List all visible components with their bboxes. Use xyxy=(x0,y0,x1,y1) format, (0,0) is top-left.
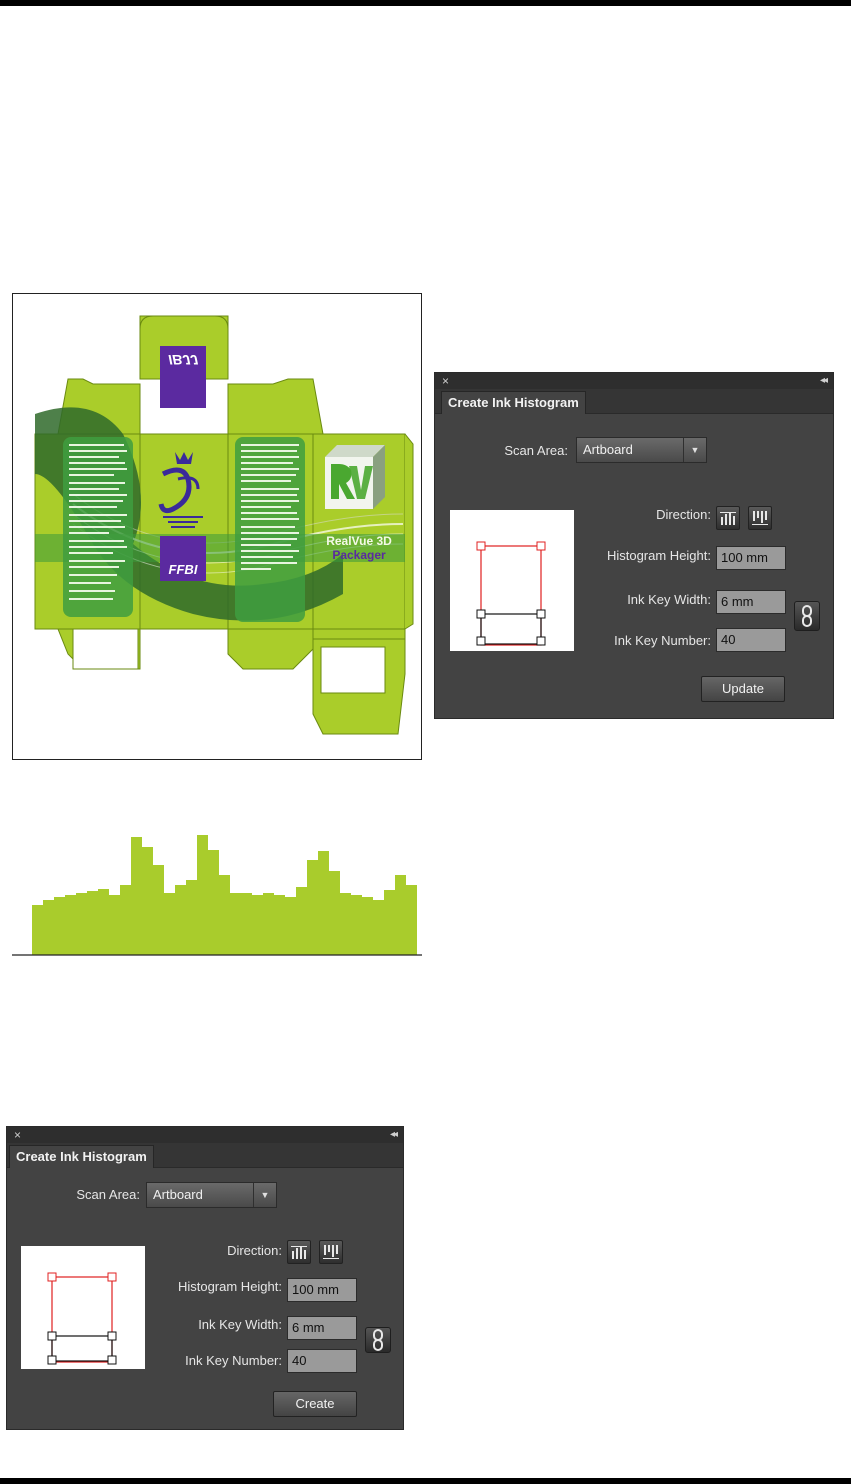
histogram-bar-4-layer-0 xyxy=(76,893,87,955)
ink-key-number-field[interactable]: 40 xyxy=(716,628,786,652)
scan-area-label: Scan Area: xyxy=(504,443,568,458)
rv-logo xyxy=(325,445,385,509)
ink-key-number-label: Ink Key Number: xyxy=(185,1353,282,1368)
top-border xyxy=(0,0,851,6)
scan-area-label: Scan Area: xyxy=(76,1187,140,1202)
panel-tabstrip: Create Ink Histogram xyxy=(435,389,833,414)
histogram-bar-29-layer-0 xyxy=(351,895,362,955)
direction-label: Direction: xyxy=(656,507,711,522)
histogram-bar-7-layer-0 xyxy=(109,895,120,955)
direction-label: Direction: xyxy=(227,1243,282,1258)
histogram-bar-18-layer-0 xyxy=(230,893,241,955)
ink-key-width-field[interactable]: 6 mm xyxy=(716,590,786,614)
badge-bottom-text: FFBI xyxy=(168,562,198,577)
histogram-height-label: Histogram Height: xyxy=(606,548,711,563)
chevron-down-icon: ▼ xyxy=(683,438,706,462)
badge-top-text: IBJJ xyxy=(168,352,198,368)
histogram-bar-8-layer-0 xyxy=(120,885,131,955)
histogram-bar-20-layer-0 xyxy=(252,895,263,955)
histogram-down-icon xyxy=(752,511,768,525)
histogram-bar-1-layer-0 xyxy=(43,900,54,955)
histogram-bar-9-layer-0 xyxy=(131,837,142,955)
ink-histogram-panel-update: × ◂◂ Create Ink Histogram Scan Area: Art… xyxy=(434,372,834,719)
histogram-height-field[interactable]: 100 mm xyxy=(287,1278,357,1302)
close-icon[interactable]: × xyxy=(14,1127,21,1143)
histogram-bar-21-layer-0 xyxy=(263,893,274,955)
histogram-bar-24-layer-0 xyxy=(296,887,307,955)
histogram-up-icon xyxy=(720,512,736,525)
scan-preview xyxy=(450,510,574,651)
scan-preview xyxy=(21,1246,145,1369)
histogram-height-field[interactable]: 100 mm xyxy=(716,546,786,570)
ink-histogram xyxy=(12,825,424,960)
collapse-icon[interactable]: ◂◂ xyxy=(820,373,828,389)
package-artwork: IBJJ FFBI RealVue 3D Packager xyxy=(12,293,422,760)
scan-area-dropdown[interactable]: Artboard ▼ xyxy=(146,1182,277,1208)
histogram-bar-14-layer-0 xyxy=(186,880,197,955)
link-constrain-button[interactable] xyxy=(794,601,820,631)
histogram-bar-17-layer-0 xyxy=(219,875,230,955)
histogram-down-icon xyxy=(323,1245,339,1259)
key-layout-diagram xyxy=(47,1272,117,1365)
create-button[interactable]: Create xyxy=(273,1391,357,1417)
ink-histogram-chart xyxy=(12,835,422,956)
bottom-border xyxy=(0,1478,851,1484)
histogram-bar-27-layer-0 xyxy=(329,871,340,955)
histogram-bar-34-layer-0 xyxy=(406,885,417,955)
histogram-bar-23-layer-0 xyxy=(285,897,296,955)
ink-key-number-field[interactable]: 40 xyxy=(287,1349,357,1373)
close-icon[interactable]: × xyxy=(442,373,449,389)
chain-link-icon xyxy=(373,1329,383,1351)
link-constrain-button[interactable] xyxy=(365,1327,391,1353)
key-layout-diagram xyxy=(476,541,546,646)
scan-area-value: Artboard xyxy=(583,442,633,457)
histogram-bar-6-layer-0 xyxy=(98,889,109,955)
direction-up-button[interactable] xyxy=(716,506,740,530)
panel-titlebar: × ◂◂ xyxy=(7,1127,403,1143)
histogram-bar-5-layer-0 xyxy=(87,891,98,955)
panel-tabstrip: Create Ink Histogram xyxy=(7,1143,403,1168)
chevron-down-icon: ▼ xyxy=(253,1183,276,1207)
tab-create-ink-histogram[interactable]: Create Ink Histogram xyxy=(441,391,586,414)
ink-key-width-label: Ink Key Width: xyxy=(198,1317,282,1332)
chain-link-icon xyxy=(802,605,812,627)
histogram-bar-13-layer-0 xyxy=(175,885,186,955)
histogram-bar-22-layer-0 xyxy=(274,895,285,955)
scan-area-value: Artboard xyxy=(153,1187,203,1202)
tab-create-ink-histogram[interactable]: Create Ink Histogram xyxy=(9,1145,154,1168)
product-name: RealVue 3D xyxy=(326,534,392,548)
panel-titlebar: × ◂◂ xyxy=(435,373,833,389)
histogram-bar-32-layer-0 xyxy=(384,890,395,955)
direction-down-button[interactable] xyxy=(748,506,772,530)
histogram-bar-31-layer-0 xyxy=(373,900,384,955)
histogram-bar-2-layer-0 xyxy=(54,897,65,955)
histogram-bar-0-layer-0 xyxy=(32,905,43,955)
product-sub: Packager xyxy=(332,548,386,562)
collapse-icon[interactable]: ◂◂ xyxy=(390,1127,398,1143)
update-button[interactable]: Update xyxy=(701,676,785,702)
ink-key-width-label: Ink Key Width: xyxy=(627,592,711,607)
histogram-bar-11-layer-0 xyxy=(153,865,164,955)
ink-key-number-label: Ink Key Number: xyxy=(614,633,711,648)
histogram-bar-19-layer-0 xyxy=(241,893,252,955)
histogram-bar-3-layer-0 xyxy=(65,895,76,955)
histogram-bar-12-layer-0 xyxy=(164,893,175,955)
histogram-bar-25-layer-0 xyxy=(307,860,318,955)
histogram-bar-15-layer-0 xyxy=(197,835,208,955)
histogram-bar-10-layer-0 xyxy=(142,847,153,955)
histogram-bar-26-layer-0 xyxy=(318,851,329,955)
histogram-up-icon xyxy=(291,1246,307,1259)
histogram-bar-30-layer-0 xyxy=(362,897,373,955)
histogram-bar-28-layer-0 xyxy=(340,893,351,955)
direction-down-button[interactable] xyxy=(319,1240,343,1264)
scan-area-dropdown[interactable]: Artboard ▼ xyxy=(576,437,707,463)
ink-histogram-panel-create: × ◂◂ Create Ink Histogram Scan Area: Art… xyxy=(6,1126,404,1430)
direction-up-button[interactable] xyxy=(287,1240,311,1264)
histogram-bar-16-layer-0 xyxy=(208,850,219,955)
histogram-bar-33-layer-0 xyxy=(395,875,406,955)
ink-key-width-field[interactable]: 6 mm xyxy=(287,1316,357,1340)
histogram-height-label: Histogram Height: xyxy=(177,1279,282,1294)
package-dieline: IBJJ FFBI RealVue 3D Packager xyxy=(34,315,414,735)
